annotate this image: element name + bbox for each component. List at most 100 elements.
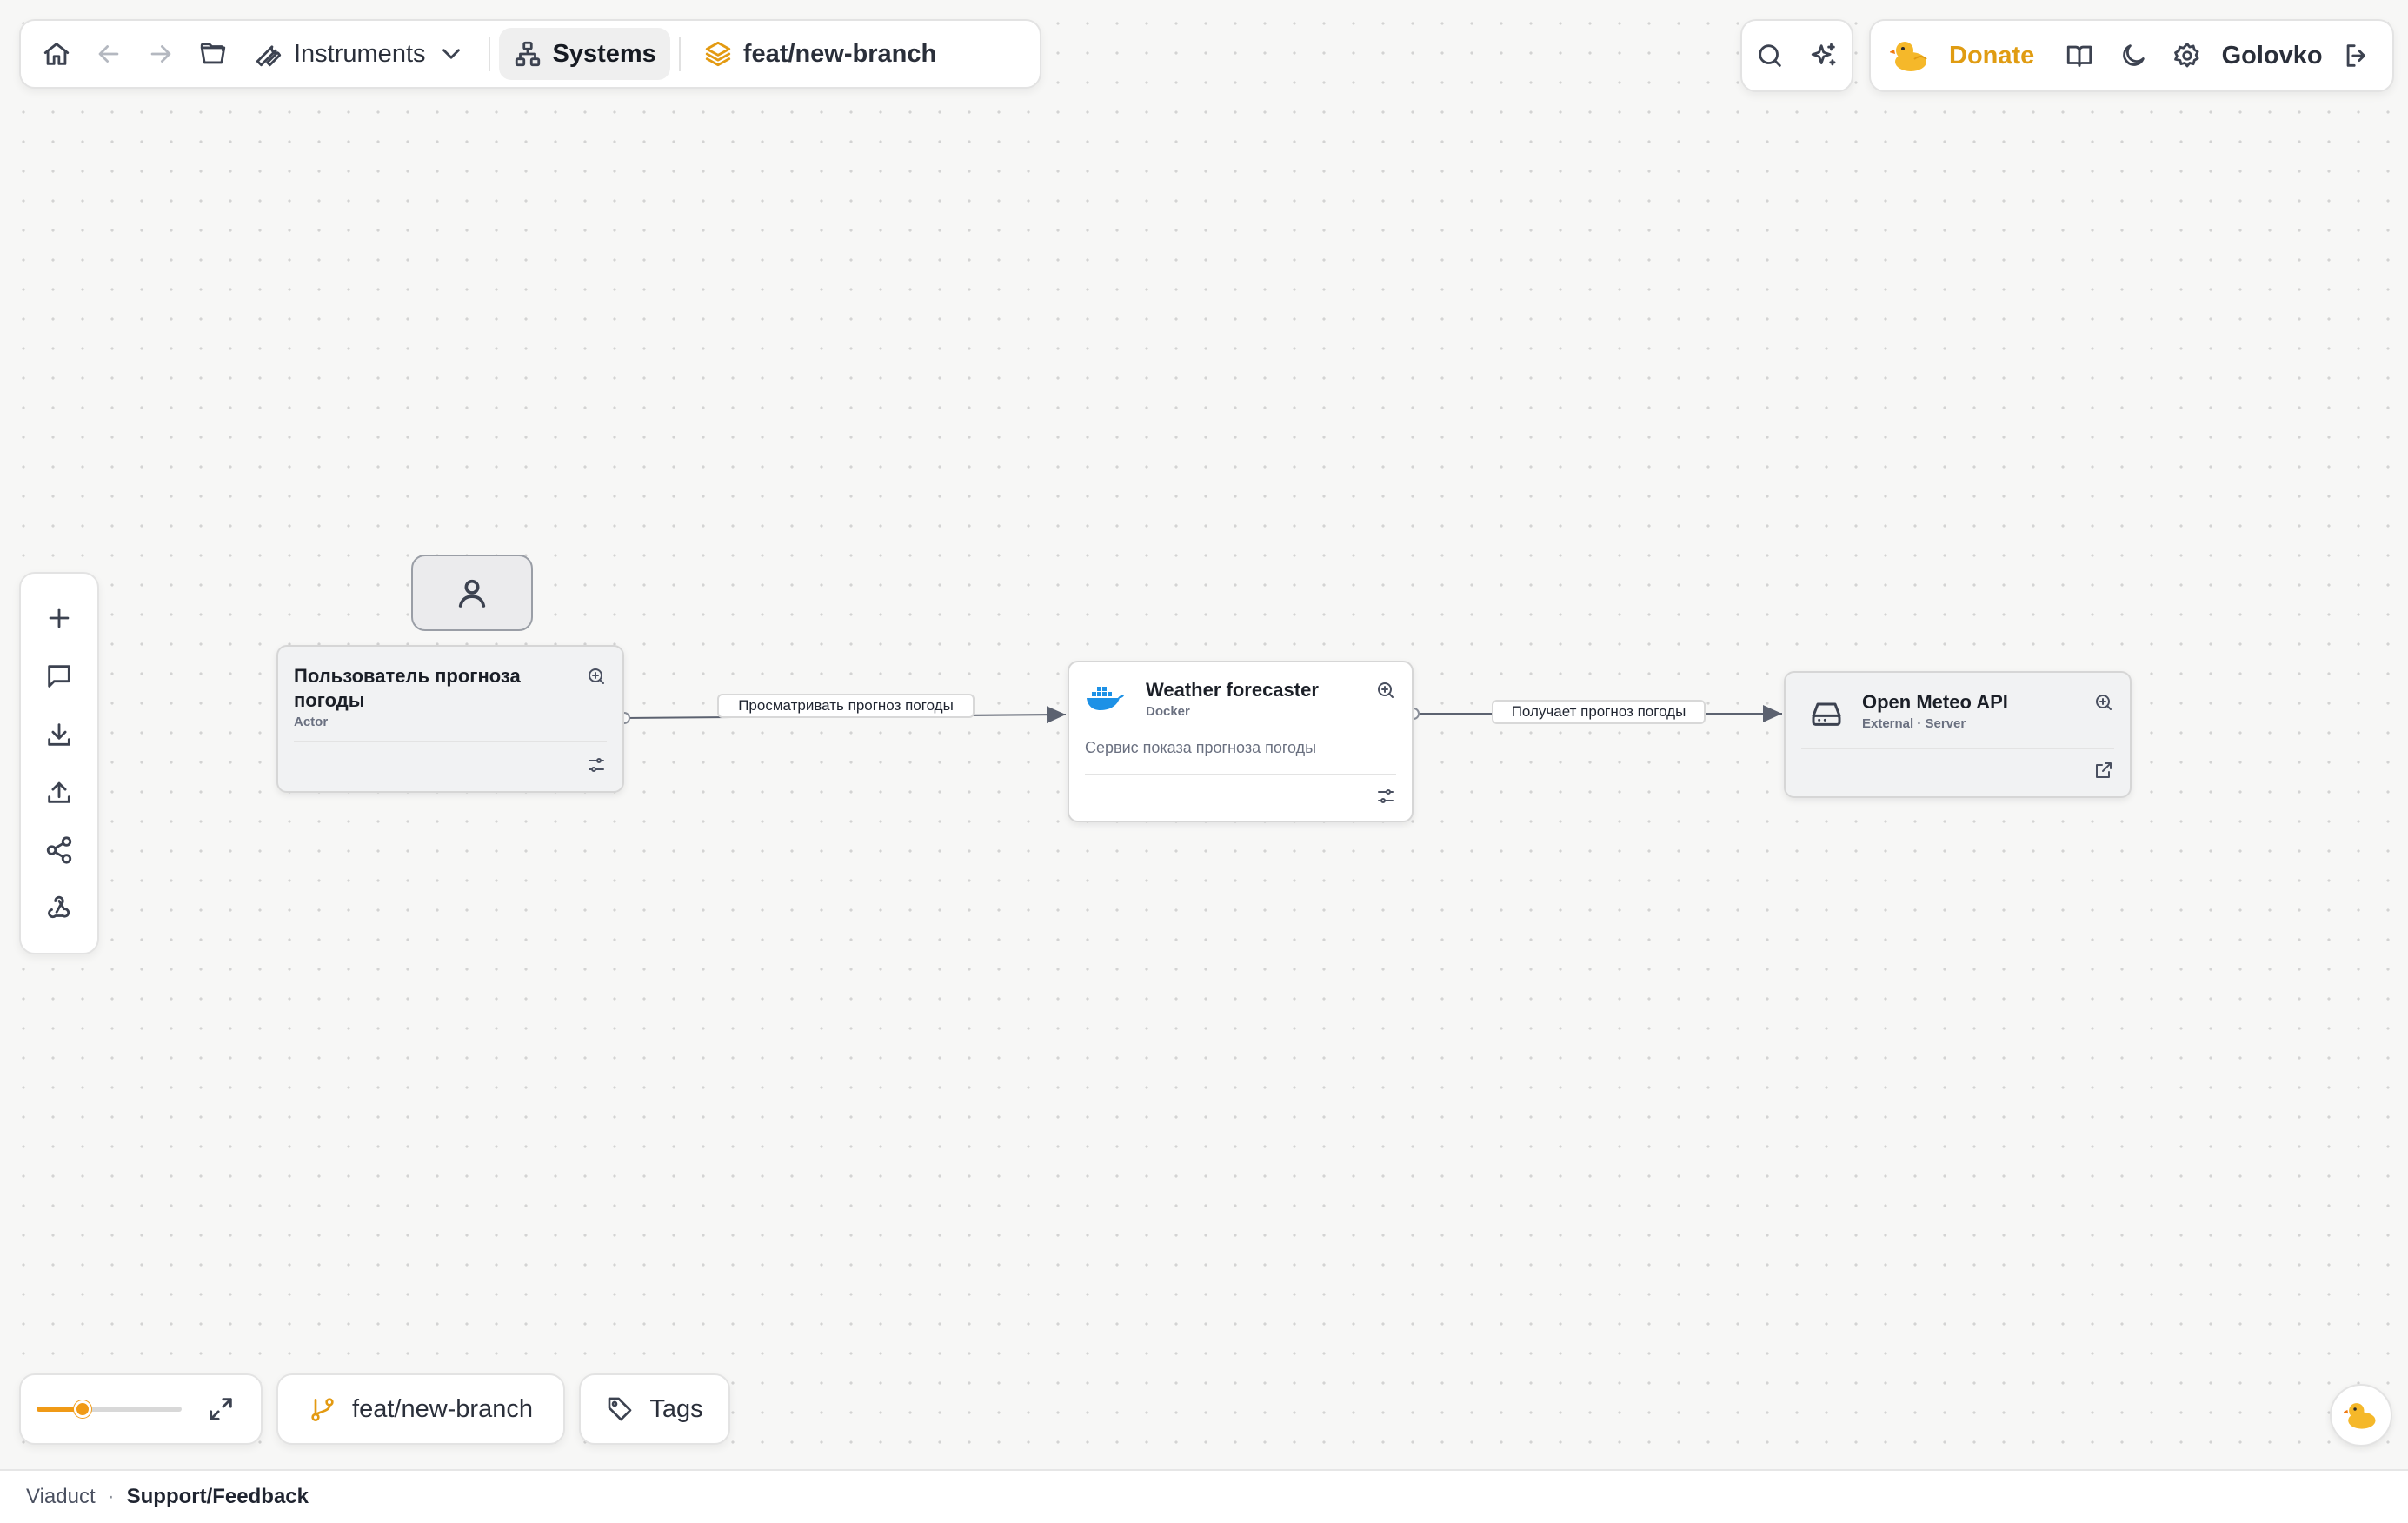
duck-icon	[2344, 1403, 2376, 1429]
tag-icon	[609, 1397, 632, 1421]
footer-brand: Viaduct	[26, 1485, 96, 1508]
divider	[488, 37, 490, 71]
arrow-right-icon	[150, 45, 171, 63]
branch-label: feat/new-branch	[742, 39, 937, 68]
node-description: Сервис показа прогноза погоды	[1085, 739, 1317, 756]
expand-icon	[210, 1398, 233, 1420]
branch-panel-label: feat/new-branch	[352, 1394, 533, 1423]
logout-icon	[2346, 44, 2365, 67]
zoom-slider-knob[interactable]	[74, 1400, 91, 1418]
search-icon	[1759, 44, 1781, 67]
docs-button[interactable]	[2055, 30, 2102, 81]
webhook-button[interactable]	[34, 883, 84, 934]
docker-icon	[1087, 687, 1124, 710]
upload-button[interactable]	[34, 767, 84, 817]
zoom-panel	[19, 1373, 263, 1445]
branch-panel-button[interactable]: feat/new-branch	[276, 1373, 565, 1445]
node-title: Open Meteo API	[1862, 691, 2008, 713]
node-weather-forecaster[interactable]: Weather forecaster Docker Сервис показа …	[1068, 661, 1414, 822]
edge-label[interactable]: Просматривать прогноз погоды	[717, 694, 975, 718]
user-icon	[458, 579, 486, 608]
webhook-icon	[48, 895, 70, 918]
server-icon	[1812, 702, 1841, 726]
tags-button[interactable]: Tags	[579, 1373, 730, 1445]
sparkles-icon	[1811, 43, 1836, 66]
zoom-in-button[interactable]	[586, 666, 607, 691]
external-link-button[interactable]	[2093, 760, 2114, 785]
layers-icon	[705, 41, 730, 67]
footer-separator: ·	[107, 1485, 115, 1508]
node-divider	[1085, 774, 1396, 775]
duck-icon	[1890, 42, 1927, 71]
search-button[interactable]	[1745, 30, 1795, 81]
user-name[interactable]: Golovko	[2218, 42, 2326, 70]
download-icon	[48, 722, 70, 746]
arrow-left-icon	[98, 45, 119, 63]
git-branch-icon	[311, 1398, 334, 1421]
instruments-label: Instruments	[294, 39, 426, 68]
upload-icon	[48, 781, 70, 804]
canvas-toolbar	[19, 572, 99, 954]
zoom-slider[interactable]	[37, 1400, 182, 1418]
node-title: Weather forecaster	[1146, 679, 1319, 701]
share-icon	[46, 836, 72, 864]
tab-systems[interactable]: Systems	[498, 28, 670, 80]
zoom-in-icon	[589, 668, 604, 684]
add-node-button[interactable]	[34, 593, 84, 643]
download-button[interactable]	[34, 709, 84, 760]
node-divider	[294, 741, 607, 742]
forward-button[interactable]	[136, 29, 186, 79]
node-open-meteo-api[interactable]: Open Meteo API External · Server	[1784, 671, 2132, 798]
gear-icon	[2174, 43, 2199, 68]
settings-button[interactable]	[2164, 30, 2211, 81]
book-icon	[2066, 45, 2092, 67]
divider	[678, 37, 681, 71]
top-navigation-bar: Instruments Systems feat/new-branch	[19, 19, 1041, 89]
node-subtitle: Docker	[1146, 704, 1190, 719]
zoom-in-button[interactable]	[2093, 692, 2114, 717]
external-link-icon	[2096, 762, 2112, 778]
settings-sliders-icon	[1378, 789, 1394, 803]
actor-avatar[interactable]	[411, 555, 533, 631]
settings-sliders-icon	[589, 758, 604, 772]
node-divider	[1801, 748, 2114, 749]
comment-icon	[48, 665, 70, 688]
donate-button[interactable]: Donate	[1883, 38, 2048, 73]
home-button[interactable]	[31, 29, 82, 79]
zoom-in-icon	[1378, 682, 1394, 698]
branch-selector[interactable]: feat/new-branch	[689, 28, 950, 80]
footer: Viaduct · Support/Feedback	[0, 1469, 2408, 1523]
instruments-menu[interactable]: Instruments	[240, 28, 480, 80]
account-panel: Donate Golovko	[1869, 19, 2394, 92]
duck-assistant-button[interactable]	[2330, 1384, 2392, 1447]
folder-icon	[200, 43, 226, 64]
theme-toggle[interactable]	[2110, 30, 2157, 81]
wrench-icon	[256, 45, 282, 67]
support-feedback-link[interactable]: Support/Feedback	[127, 1485, 309, 1509]
home-icon	[43, 43, 70, 65]
node-actor[interactable]: Пользователь прогноза погоды Actor	[276, 645, 624, 793]
zoom-in-button[interactable]	[1375, 680, 1396, 705]
donate-label: Donate	[1949, 41, 2035, 70]
chevron-down-icon	[442, 49, 460, 59]
tags-label: Tags	[649, 1394, 703, 1423]
ai-assistant-button[interactable]	[1799, 30, 1849, 81]
node-subtitle: Actor	[294, 715, 329, 729]
back-button[interactable]	[83, 29, 134, 79]
sitemap-icon	[515, 41, 540, 67]
open-folder-button[interactable]	[188, 29, 238, 79]
node-title: Пользователь прогноза погоды	[294, 665, 521, 711]
search-panel	[1740, 19, 1853, 92]
share-button[interactable]	[34, 825, 84, 875]
node-subtitle: External · Server	[1862, 716, 1966, 731]
edge-label[interactable]: Получает прогноз погоды	[1492, 700, 1706, 724]
add-comment-button[interactable]	[34, 651, 84, 702]
zoom-in-icon	[2096, 695, 2112, 710]
fit-view-button[interactable]	[197, 1384, 245, 1434]
moon-icon	[2123, 44, 2145, 66]
logout-button[interactable]	[2333, 30, 2380, 81]
systems-label: Systems	[552, 39, 656, 68]
node-settings-button[interactable]	[1375, 786, 1396, 811]
plus-icon	[49, 608, 70, 628]
node-settings-button[interactable]	[586, 755, 607, 780]
